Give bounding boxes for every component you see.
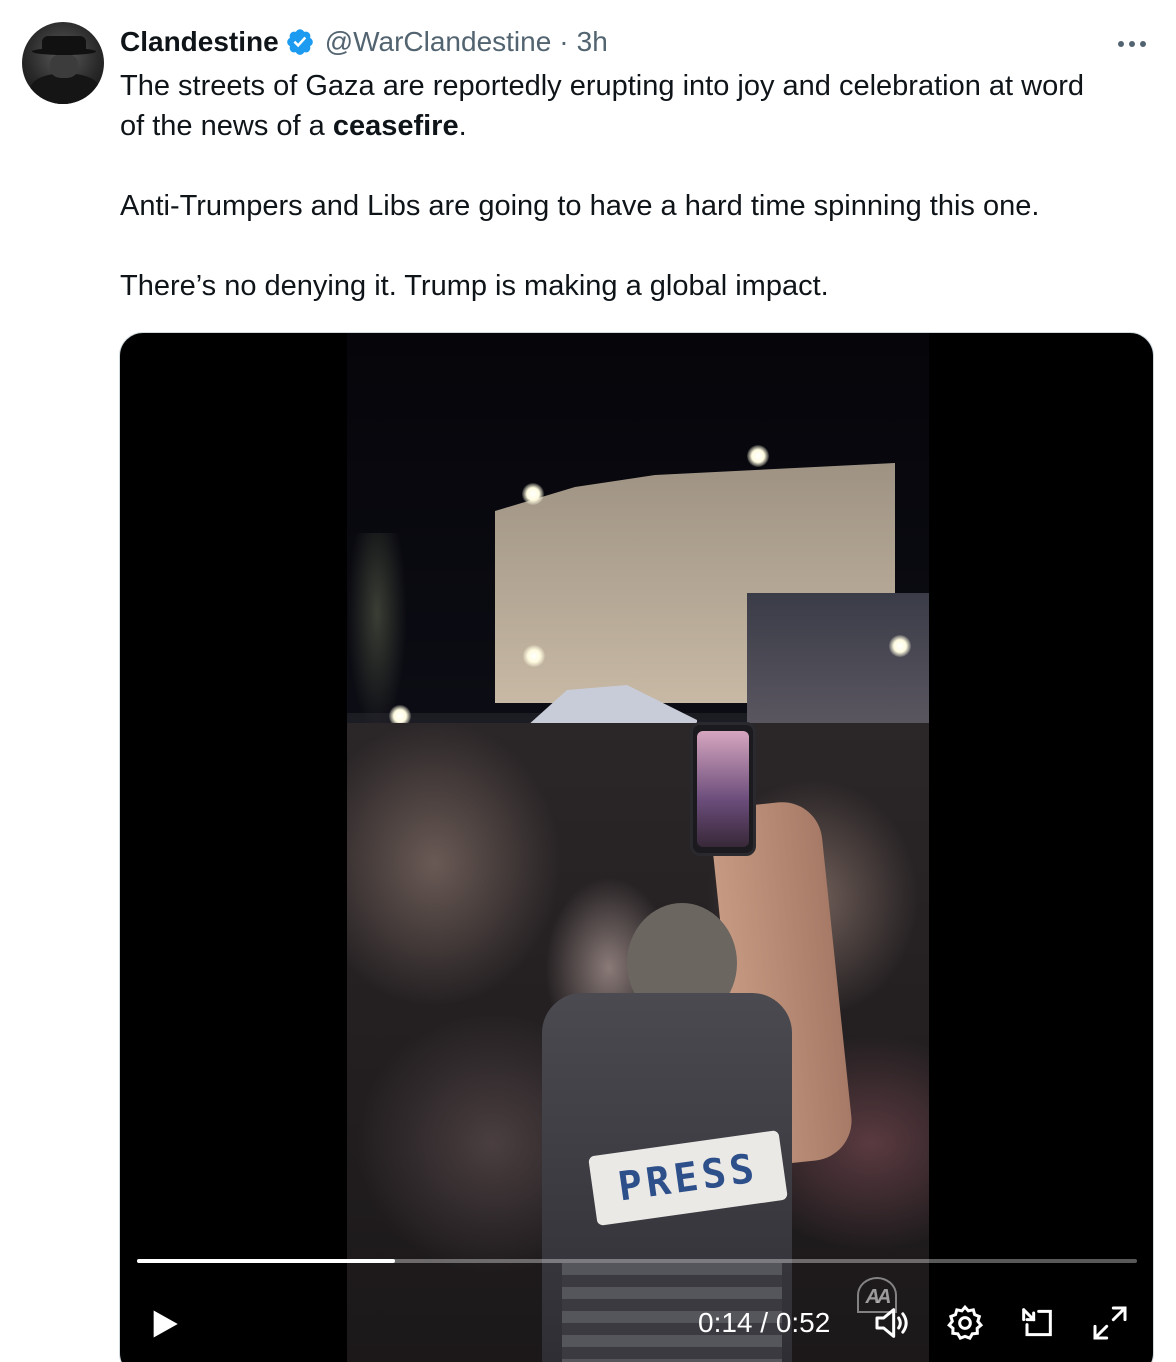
- tweet-line: The streets of Gaza are reportedly erupt…: [120, 70, 1084, 102]
- verified-badge-icon[interactable]: [285, 27, 315, 57]
- volume-icon[interactable]: [872, 1303, 912, 1343]
- floodlight: [522, 483, 544, 505]
- tweet-line: of the news of a ceasefire.: [120, 106, 1160, 146]
- avatar-hat: [42, 36, 86, 50]
- author-name[interactable]: Clandestine: [120, 26, 279, 58]
- raised-phone: [690, 722, 756, 856]
- tweet-text-segment: .: [458, 110, 467, 142]
- video-controls: 0:14 / 0:52: [120, 1293, 1153, 1353]
- avatar-figure-face: [50, 54, 78, 78]
- video-time-display: 0:14 / 0:52: [698, 1307, 831, 1338]
- floodlight: [747, 445, 769, 467]
- video-player[interactable]: PRESS AA 0:14 / 0:52: [119, 332, 1154, 1362]
- phone-screen: [697, 731, 749, 847]
- tweet-text: The streets of Gaza are reportedly erupt…: [120, 66, 1160, 306]
- more-dot: [1118, 41, 1124, 47]
- tweet-line: Anti-Trumpers and Libs are going to have…: [120, 190, 1040, 222]
- settings-icon[interactable]: [945, 1303, 985, 1343]
- avatar-figure-coat: [30, 74, 100, 104]
- video-progress-bar[interactable]: [137, 1259, 1137, 1263]
- tweet-text-segment: of the news of a: [120, 110, 333, 142]
- tweet-line: There’s no denying it. Trump is making a…: [120, 270, 829, 302]
- floodlight: [523, 645, 545, 667]
- more-dot: [1140, 41, 1146, 47]
- picture-in-picture-icon[interactable]: [1017, 1303, 1057, 1343]
- video-building-right: [747, 593, 929, 723]
- bold-keyword: ceasefire: [332, 110, 459, 142]
- fullscreen-icon[interactable]: [1090, 1303, 1130, 1343]
- tweet-header: Clandestine @WarClandestine · 3h: [120, 24, 608, 60]
- author-avatar[interactable]: [22, 22, 104, 104]
- more-dot: [1129, 41, 1135, 47]
- post-time[interactable]: 3h: [577, 26, 608, 58]
- separator-dot: ·: [559, 26, 569, 57]
- more-options-icon[interactable]: [1112, 30, 1152, 58]
- video-palm-tree: [347, 533, 407, 733]
- video-progress-fill: [137, 1259, 395, 1263]
- play-icon[interactable]: [148, 1307, 182, 1341]
- floodlight: [889, 635, 911, 657]
- author-handle[interactable]: @WarClandestine: [325, 26, 552, 58]
- video-frame[interactable]: PRESS: [347, 333, 929, 1362]
